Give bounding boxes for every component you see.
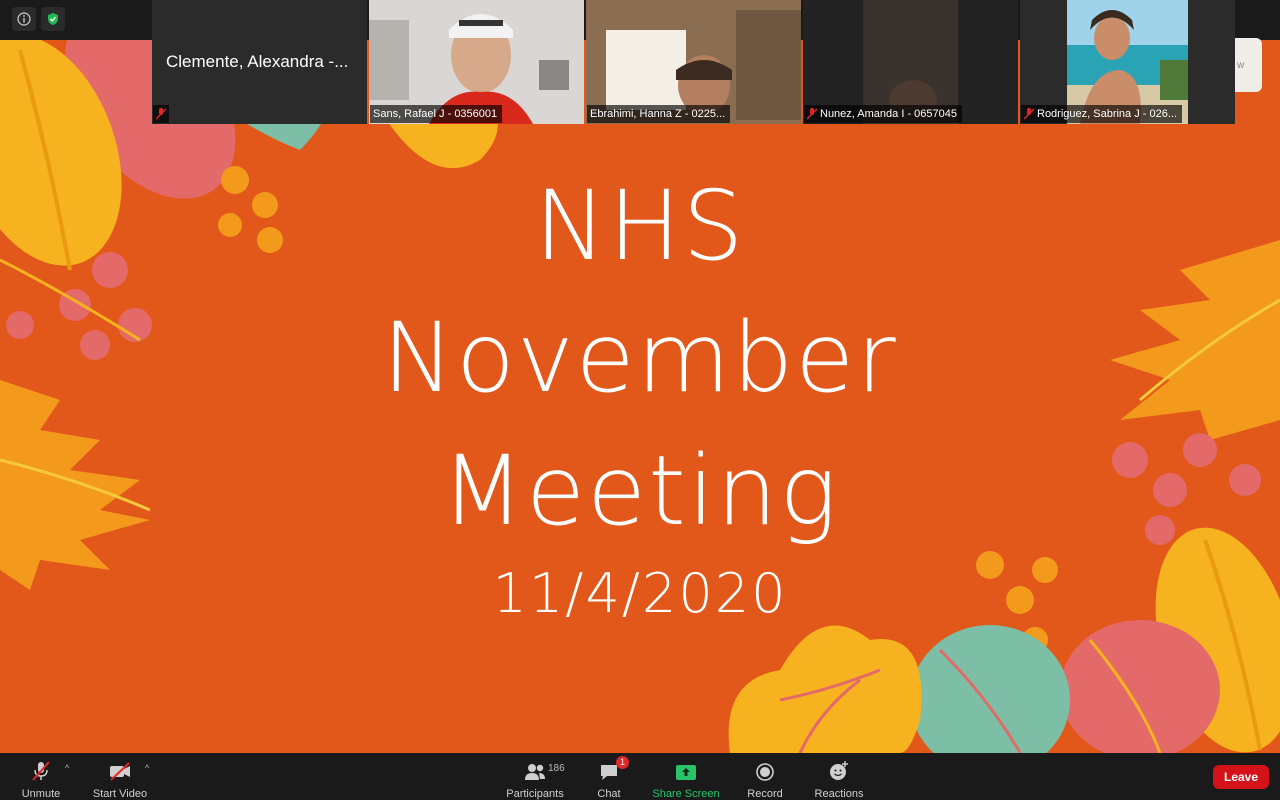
participant-name: Nunez, Amanda I - 0657045 <box>820 108 957 120</box>
meeting-toolbar: Unmute ^ Start Video ^ 186 Participants … <box>0 753 1280 800</box>
participant-name: Ebrahimi, Hanna Z - 0225... <box>590 108 726 120</box>
participant-tile-clemente[interactable]: Clemente, Alexandra -... <box>152 0 367 124</box>
video-camera-off-icon <box>110 762 130 781</box>
side-panel-tab[interactable]: w <box>1235 38 1262 92</box>
audio-options-caret[interactable]: ^ <box>65 763 69 773</box>
slide-date: 11/4/2020 <box>492 562 788 625</box>
participants-button[interactable]: 186 Participants <box>504 758 566 800</box>
participant-tile-nunez[interactable]: Nunez, Amanda I - 0657045 <box>803 0 1018 124</box>
participant-video-strip: Clemente, Alexandra -... Sans, Rafael J … <box>152 0 1235 124</box>
participant-label <box>153 105 169 123</box>
chat-unread-badge: 1 <box>616 756 629 769</box>
slide-title-line-3: Meeting <box>441 435 839 547</box>
participant-name-large: Clemente, Alexandra -... <box>166 52 349 71</box>
participants-count: 186 <box>548 763 565 774</box>
start-video-button[interactable]: Start Video <box>91 758 149 800</box>
microphone-muted-icon <box>32 761 50 781</box>
microphone-muted-icon <box>1024 108 1034 120</box>
slide-title-line-1: NHS <box>534 170 746 282</box>
participant-label: Ebrahimi, Hanna Z - 0225... <box>587 105 731 123</box>
record-icon <box>756 763 774 781</box>
reactions-label: Reactions <box>814 788 864 800</box>
reactions-icon <box>830 761 848 780</box>
participant-label: Rodriguez, Sabrina J - 026... <box>1021 105 1183 123</box>
start-video-label: Start Video <box>92 788 148 800</box>
slide-title-line-2: November <box>382 302 898 414</box>
chat-button[interactable]: 1 Chat <box>595 756 629 800</box>
unmute-label: Unmute <box>21 788 61 800</box>
unmute-button[interactable]: Unmute <box>20 758 62 800</box>
record-label: Record <box>747 788 783 800</box>
participant-name: Rodriguez, Sabrina J - 026... <box>1037 108 1178 120</box>
share-screen-button[interactable]: Share Screen <box>651 758 721 800</box>
participant-tile-rodriguez[interactable]: Rodriguez, Sabrina J - 026... <box>1020 0 1235 124</box>
side-panel-tab-text: w <box>1237 59 1245 71</box>
participant-label: Nunez, Amanda I - 0657045 <box>804 105 962 123</box>
microphone-muted-icon <box>156 108 166 120</box>
shared-slide: NHS November Meeting 11/4/2020 <box>0 40 1280 753</box>
share-screen-icon <box>676 765 696 780</box>
participant-label: Sans, Rafael J - 0356001 <box>370 105 503 123</box>
share-screen-label: Share Screen <box>652 788 720 800</box>
participants-icon <box>525 764 545 780</box>
info-icon[interactable] <box>12 7 36 31</box>
reactions-button[interactable]: Reactions <box>813 758 865 800</box>
microphone-muted-icon <box>807 108 817 120</box>
video-options-caret[interactable]: ^ <box>145 763 149 773</box>
shield-check-icon[interactable] <box>41 7 65 31</box>
participants-label: Participants <box>506 788 564 800</box>
participant-tile-sans[interactable]: Sans, Rafael J - 0356001 <box>369 0 584 124</box>
leave-button[interactable]: Leave <box>1213 765 1269 789</box>
record-button[interactable]: Record <box>746 758 784 800</box>
chat-label: Chat <box>597 788 621 800</box>
participant-name: Sans, Rafael J - 0356001 <box>373 108 498 120</box>
participant-tile-ebrahimi[interactable]: Ebrahimi, Hanna Z - 0225... <box>586 0 801 124</box>
